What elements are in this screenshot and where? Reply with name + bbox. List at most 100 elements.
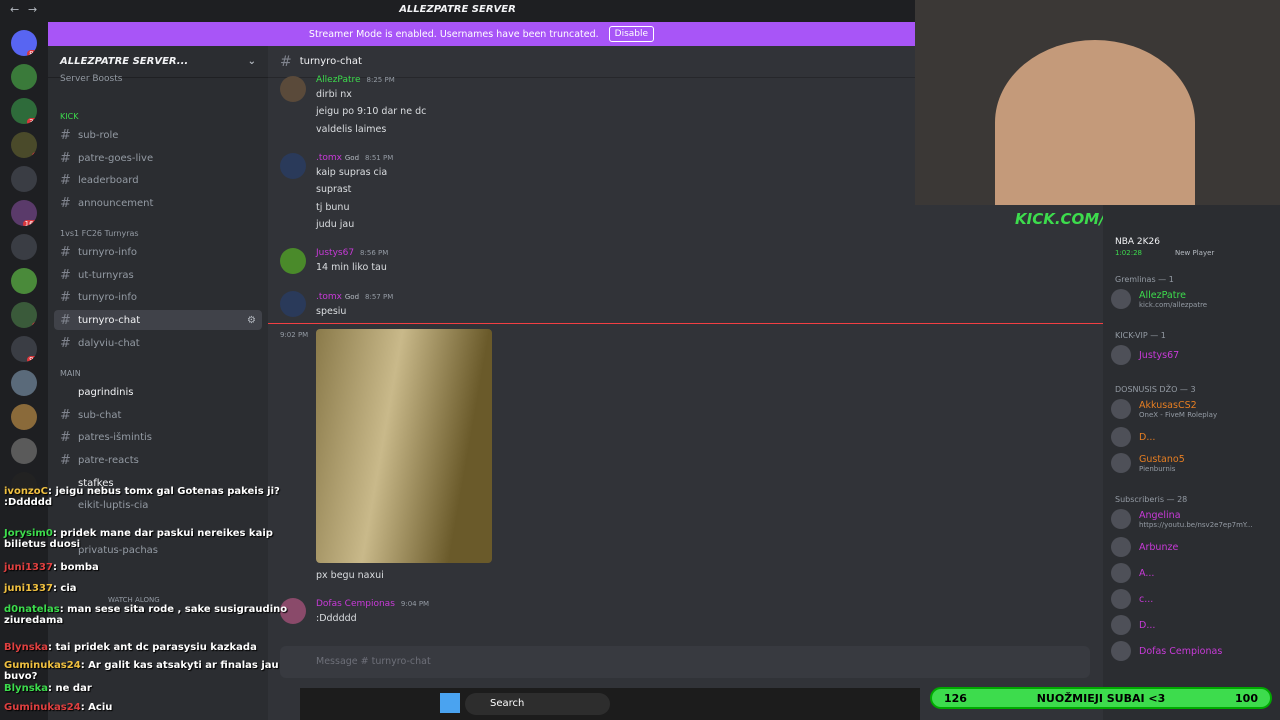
member-item[interactable]: AllezPatre kick.com/allezpatre [1111, 289, 1207, 309]
server-icon[interactable] [11, 268, 37, 294]
member-group-label: KICK-VIP — 1 [1115, 331, 1166, 340]
member-item[interactable]: Angelina https://youtu.be/nsv2e7ep7mY... [1111, 509, 1252, 529]
channel-patre-reacts[interactable]: # patre-reacts [54, 450, 262, 470]
channel-label: pagrindinis [78, 386, 134, 398]
avatar [1111, 399, 1131, 419]
member-item[interactable]: Justys67 [1111, 345, 1179, 365]
member-group-label: DOSNUSIS DŽO — 3 [1115, 385, 1196, 394]
channel-label: patre-goes-live [78, 152, 154, 164]
chat-username: Guminukas24 [4, 702, 81, 713]
message-text: kaip supras cia [316, 167, 388, 178]
avatar [1111, 615, 1131, 635]
member-item[interactable]: Arbunze [1111, 537, 1178, 557]
member-item[interactable]: A... [1111, 563, 1154, 583]
message-text: judu jau [316, 219, 355, 230]
server-icon[interactable]: 4 [11, 302, 37, 328]
windows-icon[interactable] [440, 693, 460, 713]
gear-icon[interactable]: ⚙ [247, 315, 256, 326]
category-turnyras[interactable]: 1vs1 FC26 Turnyras [60, 229, 139, 238]
server-icon[interactable] [11, 438, 37, 464]
server-name: ALLEZPATRE SERVER... [60, 56, 189, 67]
channel-ut-turnyras[interactable]: # ut-turnyras [54, 265, 262, 285]
disable-button[interactable]: Disable [608, 26, 655, 42]
channel-pagrindinis[interactable]: pagrindinis [54, 382, 262, 402]
stream-chat-message: Jorysim0: pridek mane dar paskui nereike… [4, 528, 296, 550]
member-name: AllezPatre [1139, 289, 1186, 301]
channel-patre-goes-live[interactable]: # patre-goes-live [54, 148, 262, 168]
member-name: D... [1139, 431, 1156, 443]
chevron-down-icon[interactable]: ⌄ [248, 56, 256, 67]
server-icon[interactable] [11, 166, 37, 192]
home-icon[interactable]: 87 [11, 30, 37, 56]
message-author[interactable]: Justys67 8:56 PM [316, 248, 388, 258]
game-sub: New Player [1175, 249, 1215, 257]
avatar[interactable] [280, 291, 306, 317]
chat-text: : cia [52, 583, 77, 594]
channel-label: turnyro-info [78, 246, 138, 258]
member-name: Justys67 [1139, 349, 1180, 361]
member-name: AkkusasCS2 [1139, 399, 1197, 411]
avatar [1111, 641, 1131, 661]
server-icon[interactable]: 99 [11, 336, 37, 362]
server-icon[interactable] [11, 370, 37, 396]
member-status: https://youtu.be/nsv2e7ep7mY... [1139, 520, 1253, 529]
message-text: 14 min liko tau [316, 262, 387, 273]
chat-username: juni1337 [4, 562, 53, 573]
channel-leaderboard[interactable]: # leaderboard [54, 170, 262, 190]
chat-text: : bomba [52, 562, 99, 573]
member-item[interactable]: AkkusasCS2 OneX - FiveM Roleplay [1111, 399, 1217, 419]
channel-turnyro-info-2[interactable]: # turnyro-info [54, 287, 262, 307]
chat-username: Blynska [4, 642, 49, 653]
stream-chat-overlay: ivonzoC: jeigu nebus tomx gal Gotenas pa… [0, 480, 300, 720]
avatar [1111, 563, 1131, 583]
member-item[interactable]: c... [1111, 589, 1153, 609]
member-status: OneX - FiveM Roleplay [1139, 410, 1218, 419]
channel-sub-chat[interactable]: # sub-chat [54, 405, 262, 425]
message-author[interactable]: AllezPatre 8:25 PM [316, 75, 395, 85]
server-icon[interactable]: 166 [11, 200, 37, 226]
channel-turnyro-chat[interactable]: # turnyro-chat ⚙ [54, 310, 262, 330]
chat-username: d0natelas [4, 604, 60, 615]
image-attachment[interactable] [316, 329, 492, 563]
server-icon[interactable] [11, 64, 37, 90]
hash-icon: # [60, 289, 71, 305]
member-list: NBA 2K26 1:02:28 New Player Gremlinas — … [1103, 205, 1280, 720]
chat-text: : ne dar [48, 683, 92, 694]
window-title: ALLEZPATRE SERVER [399, 4, 516, 15]
category-main[interactable]: MAIN [60, 369, 81, 378]
message-author[interactable]: .tomx God 8:51 PM [316, 153, 393, 163]
channel-turnyro-info[interactable]: # turnyro-info [54, 242, 262, 262]
member-name: A... [1139, 567, 1155, 579]
game-time: 1:02:28 [1115, 249, 1142, 257]
channel-announcement[interactable]: # announcement [54, 193, 262, 213]
message-text: jeigu po 9:10 dar ne dc [316, 106, 427, 117]
channel-patres-ismintis[interactable]: # patres-išmintis [54, 427, 262, 447]
message-author[interactable]: Dofas Cempionas 9:04 PM [316, 599, 429, 609]
goal-text: NUOŽMIEJI SUBAI <3 [1036, 691, 1166, 705]
message-author[interactable]: .tomx God 8:57 PM [316, 292, 393, 302]
avatar[interactable] [280, 76, 306, 102]
member-item[interactable]: Gustano5 Pienburnis [1111, 453, 1185, 473]
message-text: spesiu [316, 306, 347, 317]
category-kick[interactable]: KICK [60, 112, 78, 121]
server-icon[interactable]: 31 [11, 98, 37, 124]
channel-label: dalyviu-chat [78, 337, 140, 349]
member-item[interactable]: D... [1111, 427, 1155, 447]
channel-sub-role[interactable]: # sub-role [54, 125, 262, 145]
server-icon[interactable] [11, 404, 37, 430]
avatar [1111, 589, 1131, 609]
avatar[interactable] [280, 153, 306, 179]
search-box[interactable]: Search [465, 693, 610, 715]
message-input[interactable]: Message # turnyro-chat [280, 646, 1090, 678]
channel-dalyviu-chat[interactable]: # dalyviu-chat [54, 333, 262, 353]
hash-icon: # [60, 335, 71, 351]
member-item[interactable]: D... [1111, 615, 1155, 635]
chat-text: : tai pridek ant dc parasysiu kazkada [48, 642, 257, 653]
member-status: Pienburnis [1139, 464, 1176, 473]
member-item[interactable]: Dofas Cempionas [1111, 641, 1222, 661]
chat-username: juni1337 [4, 583, 53, 594]
server-boosts[interactable]: Server Boosts [60, 74, 122, 84]
server-icon[interactable]: 6 [11, 132, 37, 158]
server-icon[interactable] [11, 234, 37, 260]
avatar[interactable] [280, 248, 306, 274]
